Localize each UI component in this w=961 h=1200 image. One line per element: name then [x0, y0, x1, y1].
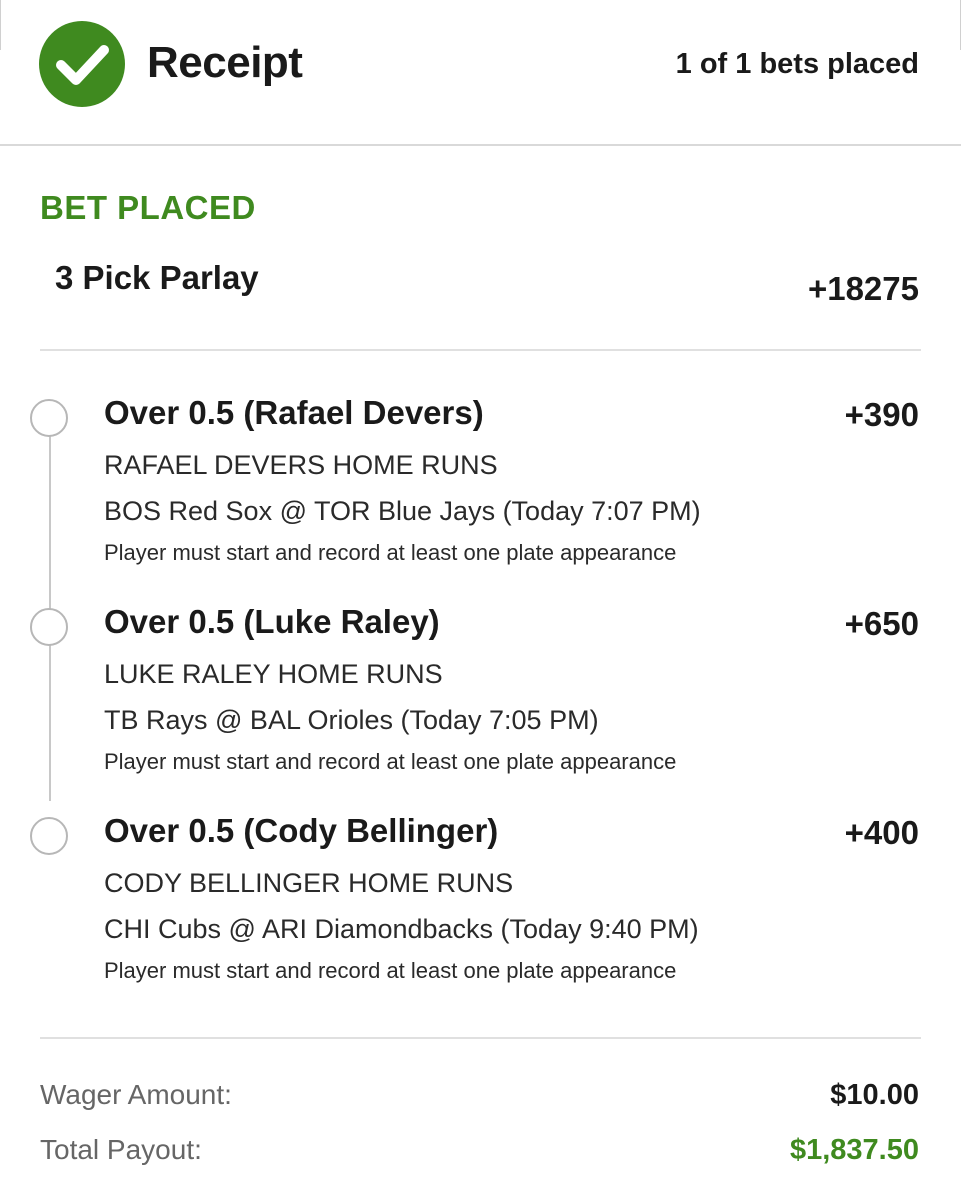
- bet-type: 3 Pick Parlay: [55, 259, 259, 296]
- parlay-odds: +18275: [807, 270, 919, 307]
- leg-event: CHI Cubs @ ARI Diamondbacks (Today 9:40 …: [104, 914, 699, 944]
- leg-rule: Player must start and record at least on…: [104, 540, 677, 565]
- total-payout-value: $1,837.50: [789, 1134, 919, 1166]
- wager-amount-value: $10.00: [830, 1079, 919, 1111]
- leg-odds: +650: [844, 605, 919, 642]
- leg-rule: Player must start and record at least on…: [104, 749, 677, 774]
- leg-selection: Over 0.5 (Luke Raley): [104, 603, 440, 640]
- check-circle-icon: [39, 21, 125, 107]
- leg-selection: Over 0.5 (Rafael Devers): [104, 394, 484, 431]
- divider: [40, 349, 921, 351]
- leg-status-circle-icon: [30, 399, 68, 437]
- parlay-leg: Over 0.5 (Rafael Devers) +390 RAFAEL DEV…: [0, 392, 961, 592]
- bets-placed-count: 1 of 1 bets placed: [675, 48, 919, 80]
- leg-event: TB Rays @ BAL Orioles (Today 7:05 PM): [104, 705, 599, 735]
- leg-status-circle-icon: [30, 608, 68, 646]
- leg-odds: +400: [844, 814, 919, 851]
- leg-market: LUKE RALEY HOME RUNS: [104, 659, 443, 689]
- receipt-header: Receipt 1 of 1 bets placed: [0, 0, 961, 146]
- wager-amount-label: Wager Amount:: [40, 1079, 232, 1110]
- bet-status: BET PLACED: [40, 189, 256, 226]
- total-payout-label: Total Payout:: [40, 1134, 202, 1165]
- leg-market: CODY BELLINGER HOME RUNS: [104, 868, 514, 898]
- page-title: Receipt: [147, 38, 303, 87]
- leg-selection: Over 0.5 (Cody Bellinger): [104, 812, 499, 849]
- divider: [40, 1037, 921, 1039]
- parlay-leg: Over 0.5 (Luke Raley) +650 LUKE RALEY HO…: [0, 601, 961, 801]
- leg-rule: Player must start and record at least on…: [104, 958, 677, 983]
- parlay-leg: Over 0.5 (Cody Bellinger) +400 CODY BELL…: [0, 810, 961, 1010]
- leg-odds: +390: [844, 396, 919, 433]
- leg-market: RAFAEL DEVERS HOME RUNS: [104, 450, 498, 480]
- leg-status-circle-icon: [30, 817, 68, 855]
- leg-event: BOS Red Sox @ TOR Blue Jays (Today 7:07 …: [104, 496, 701, 526]
